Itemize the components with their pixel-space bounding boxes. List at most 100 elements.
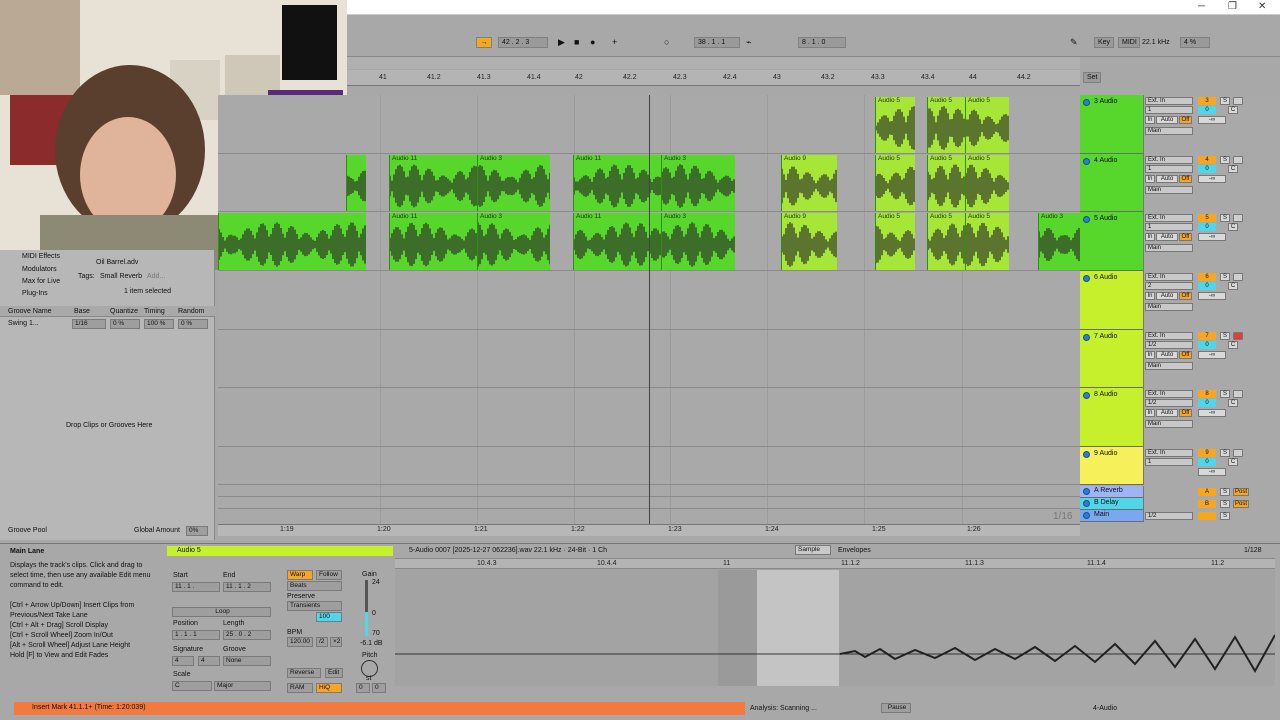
monitor-auto-button[interactable]: Auto [1156,409,1178,417]
track-name[interactable]: 4 Audio [1094,157,1117,164]
track-activator-icon[interactable] [1083,99,1090,106]
start-value[interactable]: 11 . 1 . [172,582,220,592]
crossfade-button[interactable]: C [1228,399,1238,407]
tab-sample[interactable]: Sample [795,545,831,555]
input-channel-select[interactable]: 2 [1145,282,1193,290]
arm-button[interactable] [1233,156,1243,164]
track-activator-icon[interactable] [1083,334,1090,341]
add-icon[interactable]: + [612,37,617,48]
track-activator-icon[interactable] [1083,500,1090,507]
solo-button[interactable]: S [1220,97,1230,105]
track-header[interactable]: 6 Audio [1080,271,1144,330]
pitch-value[interactable]: 0 [356,683,370,693]
track-header[interactable]: 5 Audio [1080,212,1144,271]
send-level[interactable]: -∞ [1198,351,1226,359]
monitor-in-button[interactable]: In [1145,292,1155,300]
pitch-cents[interactable]: 0 [372,683,386,693]
minimize-icon[interactable]: ─ [1198,1,1205,12]
draw-mode-icon[interactable]: ⌁ [746,37,751,48]
monitor-off-button[interactable]: Off [1179,116,1192,124]
browser-item[interactable]: Max for Live [22,278,60,285]
audio-clip[interactable]: Audio 5 [965,97,1009,153]
output-select[interactable]: Main [1145,244,1193,252]
ram-button[interactable]: RAM [287,683,313,693]
follow-button-clip[interactable]: Follow [316,570,342,580]
loop-switch-icon[interactable]: ○ [664,37,669,48]
monitor-off-button[interactable]: Off [1179,233,1192,241]
monitor-in-button[interactable]: In [1145,351,1155,359]
track-volume[interactable]: 0 [1198,341,1216,349]
restore-icon[interactable]: ❐ [1228,1,1237,12]
track-name[interactable]: 6 Audio [1094,274,1117,281]
track-number[interactable]: 8 [1198,390,1216,398]
return-track-header[interactable]: B Delay [1080,498,1144,510]
arm-button[interactable] [1233,273,1243,281]
warp-mode-select[interactable]: Beats [287,581,342,591]
monitor-in-button[interactable]: In [1145,116,1155,124]
send-level[interactable]: -∞ [1198,233,1226,241]
monitor-auto-button[interactable]: Auto [1156,175,1178,183]
arm-button[interactable] [1233,97,1243,105]
midi-map-button[interactable]: MIDI [1118,37,1140,48]
crossfade-button[interactable]: C [1228,458,1238,466]
clip-name[interactable]: Audio 5 [177,547,201,554]
length-value[interactable]: 25 . 0 . 2 [223,630,271,640]
monitor-auto-button[interactable]: Auto [1156,233,1178,241]
groove-base[interactable]: 1/16 [72,319,106,329]
monitor-in-button[interactable]: In [1145,233,1155,241]
follow-button[interactable]: → [476,37,492,48]
send-level[interactable]: -∞ [1198,292,1226,300]
track-volume[interactable]: 0 [1198,165,1216,173]
arrangement-view[interactable]: Audio 5 Audio 5 Audio 5 Audio 11 Audio 3… [218,95,1080,525]
add-tag[interactable]: Add... [147,273,165,280]
preserve-select[interactable]: Transients [287,601,342,611]
send-level[interactable]: -∞ [1198,468,1226,476]
solo-button[interactable]: S [1220,500,1230,508]
crossfade-button[interactable]: C [1228,341,1238,349]
browser-item[interactable]: Plug-Ins [22,290,48,297]
arm-button[interactable] [1233,449,1243,457]
track-number[interactable]: 6 [1198,273,1216,281]
monitor-in-button[interactable]: In [1145,409,1155,417]
track-name[interactable]: 8 Audio [1094,391,1117,398]
solo-button[interactable]: S [1220,512,1230,520]
global-amount[interactable]: 0% [186,526,208,536]
return-name[interactable]: Main [1094,511,1109,518]
stop-icon[interactable]: ■ [574,37,579,48]
groove-timing[interactable]: 100 % [144,319,174,329]
main-output-select[interactable]: 1/2 [1145,512,1193,520]
track-activator-icon[interactable] [1083,392,1090,399]
input-channel-select[interactable]: 1 [1145,458,1193,466]
audio-clip[interactable]: Audio 5 [927,155,967,211]
track-number[interactable]: 7 [1198,332,1216,340]
time-ruler[interactable]: 1:19 1:20 1:21 1:22 1:23 1:24 1:25 1:26 [218,524,1080,536]
track-number[interactable]: 3 [1198,97,1216,105]
output-select[interactable]: Main [1145,420,1193,428]
audio-clip[interactable]: Audio 11 [389,213,477,270]
reverse-button[interactable]: Reverse [287,668,321,678]
hiq-button[interactable]: HiQ [316,683,342,693]
track-volume[interactable]: 0 [1198,399,1216,407]
input-channel-select[interactable]: 1 [1145,223,1193,231]
track-number[interactable]: 9 [1198,449,1216,457]
output-select[interactable]: Main [1145,362,1193,370]
loop-start[interactable]: 38 . 1 . 1 [694,37,740,48]
half-tempo-button[interactable]: /2 [316,637,328,647]
solo-button[interactable]: S [1220,332,1230,340]
play-icon[interactable]: ▶ [558,37,565,48]
solo-button[interactable]: S [1220,390,1230,398]
track-activator-icon[interactable] [1083,512,1090,519]
audio-clip[interactable]: Audio 9 [781,213,837,270]
arm-button[interactable] [1233,390,1243,398]
track-volume[interactable]: 0 [1198,223,1216,231]
track-header[interactable]: 4 Audio [1080,154,1144,212]
input-type-select[interactable]: Ext. In [1145,449,1193,457]
audio-clip[interactable]: Audio 5 [875,97,915,153]
track-volume[interactable]: 0 [1198,458,1216,466]
input-type-select[interactable]: Ext. In [1145,97,1193,105]
beat-time-ruler[interactable]: 41 41.2 41.3 41.4 42 42.2 42.3 42.4 43 4… [347,70,1080,86]
audio-clip[interactable]: Audio 5 [875,155,915,211]
track-volume[interactable]: 0 [1198,282,1216,290]
audio-clip[interactable]: Audio 5 [965,155,1009,211]
audio-clip[interactable]: Audio 5 [965,213,1009,270]
